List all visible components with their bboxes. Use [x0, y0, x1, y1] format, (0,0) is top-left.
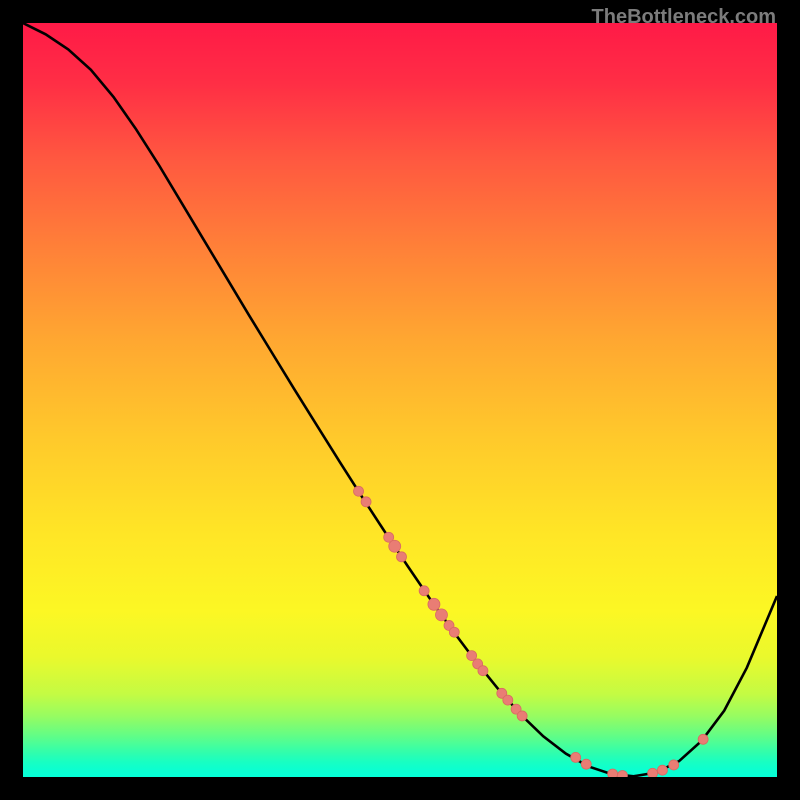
data-marker [467, 651, 477, 661]
data-marker [657, 765, 667, 775]
bottleneck-curve [23, 23, 777, 776]
data-marker [571, 752, 581, 762]
data-marker [397, 552, 407, 562]
data-marker [428, 598, 440, 610]
watermark-text: TheBottleneck.com [592, 6, 776, 29]
data-marker [354, 486, 364, 496]
data-marker [581, 759, 591, 769]
data-marker [478, 666, 488, 676]
chart-svg [23, 23, 777, 777]
data-marker [503, 695, 513, 705]
data-marker [449, 627, 459, 637]
data-marker [389, 540, 401, 552]
data-marker [361, 497, 371, 507]
data-marker [617, 770, 627, 777]
data-marker [669, 760, 679, 770]
data-markers-group [354, 486, 709, 777]
chart-container [23, 23, 777, 777]
data-marker [419, 586, 429, 596]
data-marker [517, 711, 527, 721]
data-marker [698, 734, 708, 744]
data-marker [435, 609, 447, 621]
data-marker [648, 768, 658, 777]
data-marker [608, 769, 618, 777]
